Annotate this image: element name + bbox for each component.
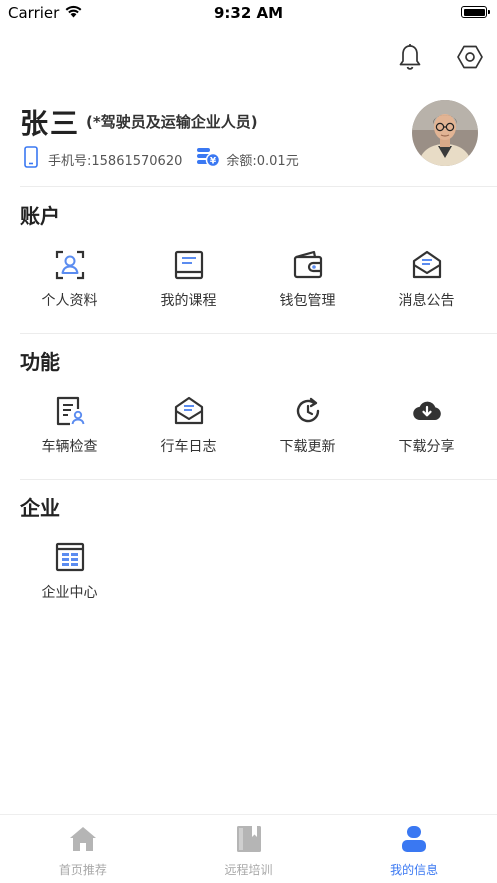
menu-label: 行车日志 — [160, 439, 217, 455]
coin-stack-icon: ¥ — [196, 146, 221, 172]
course-book-icon — [172, 248, 206, 282]
driving-log-icon — [172, 394, 206, 428]
enterprise-grid: 企业中心 — [10, 540, 487, 602]
tab-remote-training[interactable]: 远程培训 — [166, 815, 332, 883]
menu-item-vehicle-check[interactable]: 车辆检查 — [10, 394, 129, 456]
wallet-icon — [291, 248, 325, 282]
user-icon — [400, 825, 428, 857]
status-bar: Carrier 9:32 AM — [0, 0, 497, 26]
cloud-download-icon — [410, 394, 444, 428]
menu-label: 企业中心 — [41, 585, 98, 601]
header-actions — [397, 42, 483, 72]
menu-label: 钱包管理 — [279, 293, 336, 309]
menu-item-my-courses[interactable]: 我的课程 — [129, 248, 248, 310]
phone-number: 手机号:15861570620 — [48, 153, 183, 169]
bell-icon[interactable] — [397, 42, 423, 72]
menu-item-wallet[interactable]: 钱包管理 — [248, 248, 367, 310]
section-title-enterprise: 企业 — [20, 496, 60, 520]
user-name: 张三 — [20, 107, 81, 140]
book-icon — [235, 825, 263, 857]
menu-label: 消息公告 — [398, 293, 455, 309]
menu-item-download-share[interactable]: 下载分享 — [367, 394, 486, 456]
section-title-account: 账户 — [20, 204, 60, 228]
bottom-tab-bar: 首页推荐 远程培训 我的信息 — [0, 814, 497, 883]
balance-amount: 余额:0.01元 — [226, 153, 299, 169]
message-mail-icon — [410, 248, 444, 282]
divider — [20, 186, 497, 187]
functions-grid: 车辆检查 行车日志 下载更新 下载分享 — [10, 394, 487, 456]
divider — [20, 333, 497, 334]
balance-info: ¥ 余额:0.01元 — [196, 146, 299, 172]
tab-home[interactable]: 首页推荐 — [0, 815, 166, 883]
user-role: (*驾驶员及运输企业人员) — [86, 113, 258, 131]
settings-hexagon-icon[interactable] — [457, 42, 483, 72]
menu-item-profile[interactable]: 个人资料 — [10, 248, 129, 310]
menu-label: 下载更新 — [279, 439, 336, 455]
building-icon — [53, 540, 87, 574]
svg-text:¥: ¥ — [210, 157, 217, 167]
contact-row: 手机号:15861570620 ¥ 余额:0.01元 — [24, 146, 299, 172]
vehicle-check-icon — [53, 394, 87, 428]
menu-item-driving-log[interactable]: 行车日志 — [129, 394, 248, 456]
menu-item-enterprise-center[interactable]: 企业中心 — [10, 540, 129, 602]
menu-label: 个人资料 — [41, 293, 98, 309]
menu-label: 车辆检查 — [41, 439, 98, 455]
account-grid: 个人资料 我的课程 钱包管理 消息公告 — [10, 248, 487, 310]
phone-icon — [24, 146, 38, 172]
menu-label: 我的课程 — [160, 293, 217, 309]
tab-label: 首页推荐 — [58, 863, 107, 877]
tab-label: 远程培训 — [224, 863, 273, 877]
tab-my-info[interactable]: 我的信息 — [331, 815, 497, 883]
menu-label: 下载分享 — [398, 439, 455, 455]
avatar[interactable] — [412, 100, 478, 166]
profile-header: 张三 (*驾驶员及运输企业人员) 手机号:15861570620 ¥ 余额:0.… — [20, 98, 478, 178]
section-title-functions: 功能 — [20, 350, 60, 374]
refresh-clock-icon — [291, 394, 325, 428]
battery-icon — [461, 6, 490, 18]
status-time: 9:32 AM — [213, 4, 284, 22]
menu-item-download-update[interactable]: 下载更新 — [248, 394, 367, 456]
tab-label: 我的信息 — [390, 863, 439, 877]
home-icon — [69, 825, 97, 857]
menu-item-messages[interactable]: 消息公告 — [367, 248, 486, 310]
profile-card-icon — [53, 248, 87, 282]
divider — [20, 479, 497, 480]
